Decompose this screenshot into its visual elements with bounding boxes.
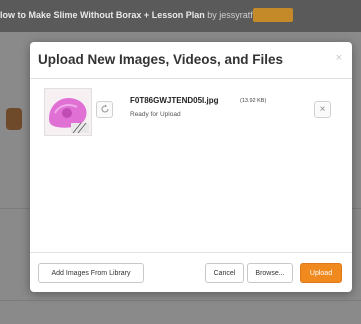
remove-file-button[interactable]: × (314, 101, 331, 118)
background-image-fragment (6, 108, 22, 130)
browse-button[interactable]: Browse... (247, 263, 293, 283)
upload-modal: Upload New Images, Videos, and Files × F… (30, 42, 352, 292)
file-name: F0T86GWJTEND05I.jpg (130, 96, 219, 105)
background-title-bar: low to Make Slime Without Borax + Lesson… (0, 0, 361, 32)
background-author-prefix: by (207, 10, 217, 20)
background-badge (253, 8, 293, 22)
file-status: Ready for Upload (130, 111, 181, 118)
add-from-library-button[interactable]: Add Images From Library (38, 263, 144, 283)
cancel-button[interactable]: Cancel (205, 263, 244, 283)
background-page-title: low to Make Slime Without Borax + Lesson… (0, 10, 264, 20)
close-icon[interactable]: × (336, 52, 342, 64)
upload-file-row: F0T86GWJTEND05I.jpg (13.92 KB) Ready for… (30, 86, 352, 142)
background-title-text: low to Make Slime Without Borax + Lesson… (0, 10, 205, 20)
modal-title: Upload New Images, Videos, and Files (38, 52, 284, 67)
background-divider (0, 300, 361, 301)
file-thumbnail (44, 88, 92, 136)
modal-footer: Add Images From Library Cancel Browse...… (30, 252, 352, 292)
refresh-button[interactable] (96, 101, 113, 118)
upload-button[interactable]: Upload (300, 263, 342, 283)
close-icon: × (319, 104, 326, 115)
file-size: (13.92 KB) (240, 98, 267, 104)
modal-header: Upload New Images, Videos, and Files × (30, 42, 352, 79)
refresh-icon (100, 101, 110, 119)
